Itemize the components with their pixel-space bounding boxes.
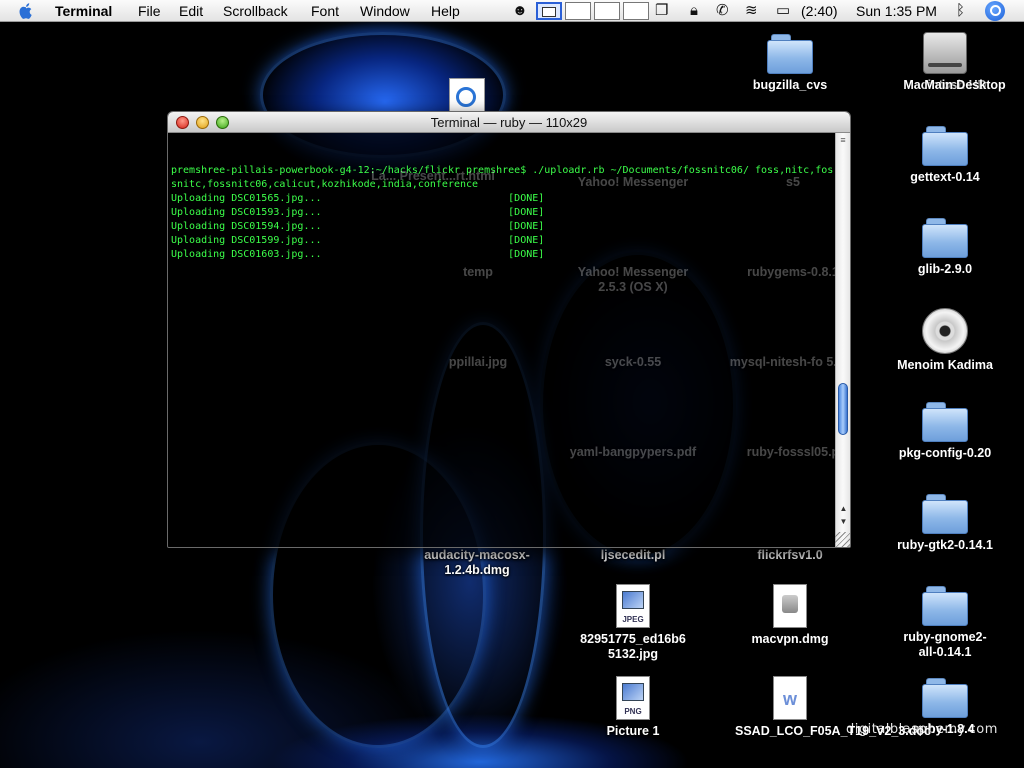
behind-window-item: temp [463,265,493,279]
menu-help[interactable]: Help [431,2,460,20]
scroll-up-arrow-icon[interactable]: ▲ [837,502,850,515]
terminal-line: Uploading DSC01594.jpg... [DONE] [171,221,545,232]
window-title: Terminal — ruby — 110x29 [430,115,588,130]
desktop-folder-bugzilla[interactable]: bugzilla_cvs [725,34,855,93]
desktop-folder-glib[interactable]: glib-2.9.0 [880,218,1010,277]
spotlight-search-icon[interactable] [985,1,1005,21]
desktop-item-label: flickrfsv1.0 [757,548,823,562]
watermark: digitalblasphemy.com [846,722,998,737]
menu-edit[interactable]: Edit [179,2,203,20]
behind-window-item: Yahoo! Messenger [577,175,689,189]
desktop-file-ssad-doc[interactable]: SSAD_LCO_F05A_T19_V2_3.doc [720,676,931,739]
desktop-item-label: Menoim Kadima [897,358,993,372]
desktop-folder-ruby-gnome2[interactable]: ruby-gnome2-all-0.14.1 [880,586,1010,660]
desktop-item-label: ruby-gtk2-0.14.1 [897,538,993,552]
battery-icon[interactable]: ▭ [776,1,790,21]
folder-icon [922,126,968,166]
resize-handle[interactable] [835,532,850,547]
desktop-item-label: ruby-gnome2-all-0.14.1 [903,630,987,659]
space-4-button[interactable] [623,2,649,20]
desktop-file-audacity[interactable]: audacity-macosx-1.2.4b.dmg [412,544,542,578]
hard-disk-icon [923,32,967,74]
menu-font[interactable]: Font [311,2,339,20]
behind-window-item: La... Present...rt.html [371,169,495,183]
desktop-item-label: glib-2.9.0 [917,262,973,276]
behind-window-item: syck-0.55 [604,355,662,369]
dmg-file-icon [773,584,807,628]
folder-icon [767,34,813,74]
apple-menu-icon[interactable] [18,2,34,19]
desktop-folder-ruby-gtk2[interactable]: ruby-gtk2-0.14.1 [880,494,1010,553]
behind-window-item: ppillai.jpg [448,355,508,369]
desktop-folder-gettext[interactable]: gettext-0.14 [880,126,1010,185]
scroll-down-arrow-icon[interactable]: ▼ [837,515,850,528]
cd-icon [922,308,968,354]
main-desktop-label: Main Desktop [924,78,1006,92]
desktop-item-label: pkg-config-0.20 [898,446,992,460]
wifi-icon[interactable]: ≋ [745,1,758,21]
terminal-screen[interactable]: premshree-pillais-powerbook-g4-12:~/hack… [168,133,850,547]
desktop-item-label: gettext-0.14 [910,170,980,184]
desktop-item-label: SSAD_LCO_F05A_T19_V2_3.doc [735,724,931,738]
scrollbar-thumb[interactable] [838,383,848,435]
space-3-button[interactable] [594,2,620,20]
menu-clock[interactable]: Sun 1:35 PM [856,2,937,20]
menu-window[interactable]: Window [360,2,410,20]
folder-icon [922,402,968,442]
desktop-item-label: ljsecedit.pl [600,548,666,562]
behind-window-item: rubygems-0.8.1 [747,265,839,279]
behind-window-item: Yahoo! Messenger 2.5.3 (OS X) [577,265,689,294]
folder-icon [922,678,968,718]
behind-window-item: mysql-nitesh-fo 5.pdf [729,355,851,369]
folder-icon [922,494,968,534]
jpeg-file-icon: JPEG [616,584,650,628]
word-document-icon [773,676,807,720]
terminal-line: Uploading DSC01593.jpg... [DONE] [171,207,545,218]
desktop-file-macvpn[interactable]: macvpn.dmg [725,584,855,647]
desktop-folder-pkg-config[interactable]: pkg-config-0.20 [880,402,1010,461]
desktop-item-label: macvpn.dmg [751,632,829,646]
phone-icon[interactable]: ✆ [716,1,729,21]
vertical-scrollbar[interactable]: ≡ ▲ ▼ [835,133,850,547]
terminal-line: Uploading DSC01565.jpg... [DONE] [171,193,545,204]
user-status-icon[interactable]: ☻ [512,1,528,21]
desktop-file-picture1[interactable]: PNG Picture 1 [568,676,698,739]
battery-time[interactable]: (2:40) [801,2,838,20]
desktop-item-label: Picture 1 [606,724,660,738]
desktop-item-label: 82951775_ed16b65132.jpg [580,632,686,661]
menu-app-name[interactable]: Terminal [55,2,112,20]
space-1-button[interactable] [536,2,562,20]
desktop-cd-menoim-kadima[interactable]: Menoim Kadima [880,308,1010,373]
behind-window-item: s5 [786,175,800,189]
folder-icon [922,586,968,626]
lock-icon[interactable]: 🔒︎ [690,1,698,21]
space-2-button[interactable] [565,2,591,20]
folder-icon [922,218,968,258]
behind-window-item: yaml-bangpypers.pdf [569,445,697,459]
png-file-icon: PNG [616,676,650,720]
bluetooth-icon[interactable]: ᛒ [956,1,965,21]
scrollbar-grip-icon: ≡ [840,135,846,145]
behind-window-item: ruby-fosssl05.p [746,445,840,459]
desktop-item-label: bugzilla_cvs [752,78,828,92]
desktop-file-jpeg[interactable]: JPEG 82951775_ed16b65132.jpg [568,584,698,662]
menu-scrollback[interactable]: Scrollback [223,2,288,20]
menu-file[interactable]: File [138,2,161,20]
menu-bar: Terminal File Edit Scrollback Font Windo… [0,0,1024,22]
window-titlebar[interactable]: Terminal — ruby — 110x29 [168,112,850,133]
terminal-window[interactable]: Terminal — ruby — 110x29 premshree-pilla… [167,111,851,548]
windows-icon[interactable]: ❐ [655,1,668,21]
desktop-item-label: audacity-macosx-1.2.4b.dmg [424,548,530,577]
